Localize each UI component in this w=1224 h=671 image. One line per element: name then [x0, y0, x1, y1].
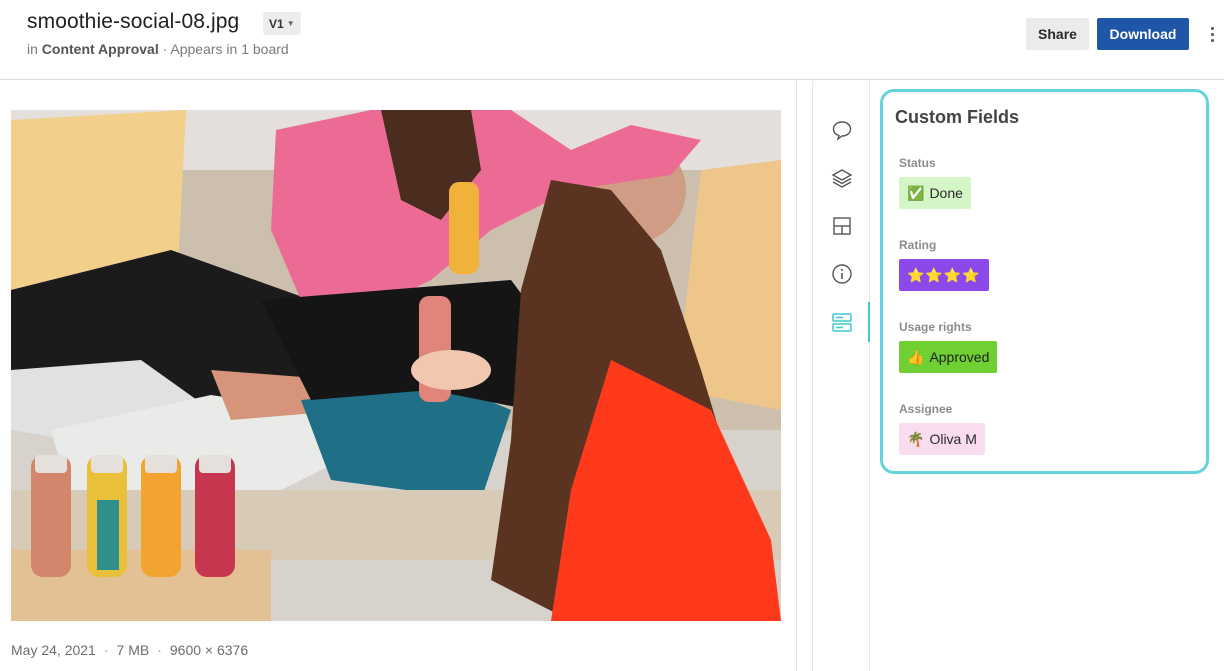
checkmark-icon: ✅: [907, 184, 925, 201]
download-button[interactable]: Download: [1097, 18, 1189, 50]
meta-separator: ·: [103, 642, 109, 658]
layout-icon[interactable]: [827, 211, 857, 241]
image-dimensions: 9600 × 6376: [169, 642, 249, 658]
rating-stars: ⭐⭐⭐⭐: [907, 266, 981, 283]
usage-rights-label: Usage rights: [899, 320, 972, 334]
thumbs-up-icon: 👍: [907, 348, 925, 365]
more-options-icon[interactable]: [1204, 22, 1220, 46]
share-button[interactable]: Share: [1026, 18, 1089, 50]
status-label: Status: [899, 156, 936, 170]
sidebar-rail: [812, 81, 870, 671]
location-link[interactable]: Content Approval: [42, 41, 159, 57]
preview-area: May 24, 2021 · 7 MB · 9600 × 6376: [0, 81, 797, 671]
assignee-label: Assignee: [899, 402, 953, 416]
comment-icon[interactable]: [827, 115, 857, 145]
asset-header: smoothie-social-08.jpg V1 ▼ in Content A…: [0, 0, 1224, 80]
version-selector[interactable]: V1 ▼: [263, 12, 301, 35]
usage-rights-value: Approved: [929, 349, 990, 365]
file-size: 7 MB: [116, 642, 150, 658]
usage-rights-chip[interactable]: 👍 Approved: [899, 341, 998, 373]
assignee-value: Oliva M: [929, 431, 977, 447]
custom-fields-icon[interactable]: [827, 307, 857, 337]
assignee-chip[interactable]: 🌴 Oliva M: [899, 423, 985, 455]
info-icon[interactable]: [827, 259, 857, 289]
status-chip[interactable]: ✅ Done: [899, 177, 971, 209]
upload-date: May 24, 2021: [11, 642, 96, 658]
active-indicator: [868, 302, 870, 342]
meta-separator: ·: [157, 642, 162, 658]
file-location: in Content Approval · Appears in 1 board: [27, 41, 289, 57]
panel-title: Custom Fields: [895, 107, 1020, 127]
palm-tree-icon: 🌴: [907, 430, 925, 447]
version-label: V1: [269, 16, 284, 31]
layers-icon[interactable]: [827, 163, 857, 193]
rating-chip[interactable]: ⭐⭐⭐⭐: [899, 259, 989, 291]
custom-fields-panel: Custom Fields Status ✅ Done Rating ⭐⭐⭐⭐ …: [880, 89, 1209, 474]
file-title: smoothie-social-08.jpg: [27, 10, 240, 33]
chevron-down-icon: ▼: [286, 19, 295, 28]
status-value: Done: [929, 185, 963, 201]
boards-note[interactable]: · Appears in 1 board: [163, 41, 289, 57]
asset-image[interactable]: [11, 110, 781, 621]
rating-label: Rating: [899, 238, 937, 252]
location-prefix: in: [27, 41, 38, 57]
asset-meta: May 24, 2021 · 7 MB · 9600 × 6376: [11, 642, 248, 658]
